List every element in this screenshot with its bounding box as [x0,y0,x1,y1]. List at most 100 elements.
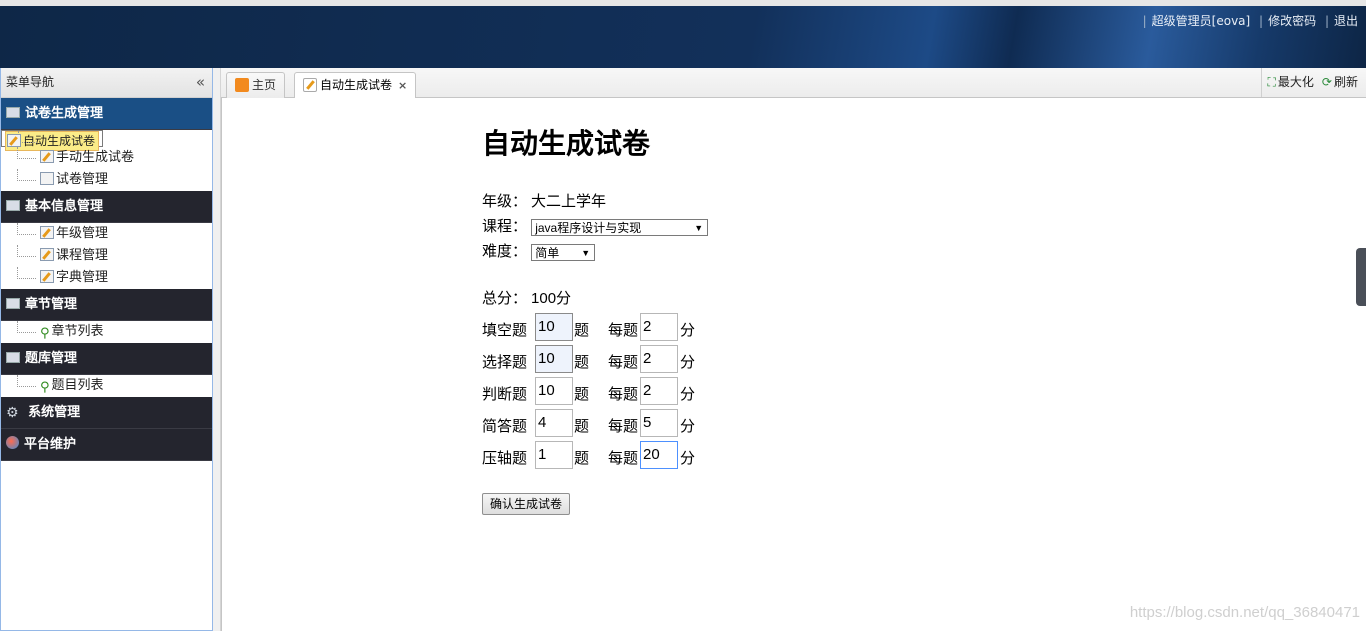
count-input[interactable]: 10 [535,313,573,341]
confirm-generate-button[interactable]: 确认生成试卷 [482,493,571,515]
sidebar-item-exam-management[interactable]: 试卷管理 [1,169,212,191]
score-unit: 分 [680,354,696,371]
difficulty-select[interactable]: 简单 ▼ [531,243,596,261]
change-password-link[interactable]: 修改密码 [1268,14,1316,28]
course-select[interactable]: java程序设计与实现 ▼ [531,218,709,236]
course-row: 课程： java程序设计与实现 ▼ [482,215,709,239]
sidebar-group-basic-info[interactable]: 基本信息管理 [1,191,212,223]
question-type-label: 填空题 [482,322,528,339]
score-unit: 分 [680,418,696,435]
tab-tools: ⛶ 最大化 ⟳ 刷新 [1260,68,1366,97]
sidebar-splitter[interactable] [213,68,221,631]
sidebar-item-label: 字典管理 [56,270,109,285]
logout-link[interactable]: 退出 [1334,14,1358,28]
form-icon [40,226,54,239]
question-type-label: 选择题 [482,354,528,371]
sidebar-group-system[interactable]: ⚙ 系统管理 [1,397,212,429]
maximize-label: 最大化 [1277,75,1314,89]
grade-value: 大二上学年 [531,193,607,210]
sidebar-group-chapters[interactable]: 章节管理 [1,289,212,321]
count-unit: 题 [574,386,590,403]
question-type-label: 压轴题 [482,450,528,467]
sidebar-item-label: 题目列表 [51,378,104,393]
user-link[interactable]: 超级管理员[eova] [1152,14,1251,28]
refresh-button[interactable]: ⟳ 刷新 [1322,75,1358,89]
tab-bar: 主页 自动生成试卷 × ⛶ 最大化 ⟳ 刷新 [221,68,1366,99]
count-unit: 题 [574,418,590,435]
sidebar-item-label: 自动生成试卷 [23,134,96,148]
close-icon[interactable]: × [398,79,407,92]
app-header: | 超级管理员[eova] | 修改密码 | 退出 [0,6,1366,68]
group-label: 系统管理 [28,405,81,420]
dropdown-arrow-icon: ▼ [694,222,704,233]
count-input[interactable]: 4 [535,409,573,437]
book-icon [6,107,20,118]
tree-icon: ⚲ [40,380,50,395]
sidebar-item-manual-generate[interactable]: 手动生成试卷 [1,147,212,169]
rss-icon [235,78,249,92]
grid-icon [6,352,20,363]
globe-icon [6,436,19,449]
count-unit: 题 [574,322,590,339]
refresh-icon: ⟳ [1321,75,1332,89]
count-input[interactable]: 1 [535,441,573,469]
collapse-icon[interactable]: « [196,68,205,97]
group-label: 试卷生成管理 [25,106,104,121]
score-unit: 分 [680,386,696,403]
side-handle[interactable] [1356,248,1366,306]
group-label: 基本信息管理 [25,199,104,214]
maximize-icon: ⛶ [1267,75,1276,89]
grade-label: 年级： [482,193,528,210]
score-input[interactable]: 2 [640,345,678,373]
table-icon [6,200,20,211]
sidebar-item-chapter-list[interactable]: ⚲ 章节列表 [1,321,212,343]
tab-home[interactable]: 主页 [226,72,286,98]
sidebar-item-label: 课程管理 [56,248,109,263]
group-label: 平台维护 [24,437,77,452]
sidebar-item-label: 章节列表 [51,324,104,339]
grade-row: 年级： 大二上学年 [482,190,606,214]
question-type-label: 简答题 [482,418,528,435]
total-label: 总分： [482,290,528,307]
count-input[interactable]: 10 [535,345,573,373]
score-input[interactable]: 20 [640,441,678,469]
tab-label: 自动生成试卷 [320,78,393,92]
maximize-button[interactable]: ⛶ 最大化 [1268,75,1314,89]
score-input[interactable]: 2 [640,313,678,341]
table-icon [40,172,54,185]
sidebar-item-course[interactable]: 课程管理 [1,245,212,267]
refresh-label: 刷新 [1333,75,1358,89]
watermark: https://blog.csdn.net/qq_36840471 [1129,604,1360,621]
count-input[interactable]: 10 [535,377,573,405]
count-unit: 题 [574,354,590,371]
score-input[interactable]: 5 [640,409,678,437]
tree-icon: ⚲ [40,326,50,341]
form-icon [40,248,54,261]
sidebar-item-auto-generate[interactable]: 自动生成试卷 [1,130,104,151]
sidebar-group-platform[interactable]: 平台维护 [1,429,212,461]
sidebar-group-exam-generation[interactable]: 试卷生成管理 [1,98,212,130]
score-input[interactable]: 2 [640,377,678,405]
page-title: 自动生成试卷 [482,128,651,159]
per-label: 每题 [608,354,639,371]
difficulty-row: 难度： 简单 ▼ [482,240,596,264]
sidebar-item-grade[interactable]: 年级管理 [1,223,212,245]
tab-label: 主页 [252,78,277,92]
group-label: 章节管理 [25,297,78,312]
per-label: 每题 [608,386,639,403]
tab-auto-generate[interactable]: 自动生成试卷 × [294,72,417,99]
question-type-label: 判断题 [482,386,528,403]
columns-icon [6,298,20,309]
per-label: 每题 [608,322,639,339]
sidebar-item-label: 手动生成试卷 [56,150,135,165]
sidebar-item-question-list[interactable]: ⚲ 题目列表 [1,375,212,397]
sidebar-group-question-bank[interactable]: 题库管理 [1,343,212,375]
sidebar-item-dictionary[interactable]: 字典管理 [1,267,212,289]
sidebar: 菜单导航 « 试卷生成管理 自动生成试卷 手动生成试卷 试卷管理 基本信息管理 … [0,68,213,631]
difficulty-select-value: 简单 [535,245,560,260]
form-icon [40,270,54,283]
edit-icon [40,150,54,163]
sidebar-item-label: 试卷管理 [56,172,109,187]
content-panel: 自动生成试卷 年级： 大二上学年 课程： java程序设计与实现 ▼ 难度： 简单 ▼… [221,98,1366,631]
edit-icon [303,78,317,92]
